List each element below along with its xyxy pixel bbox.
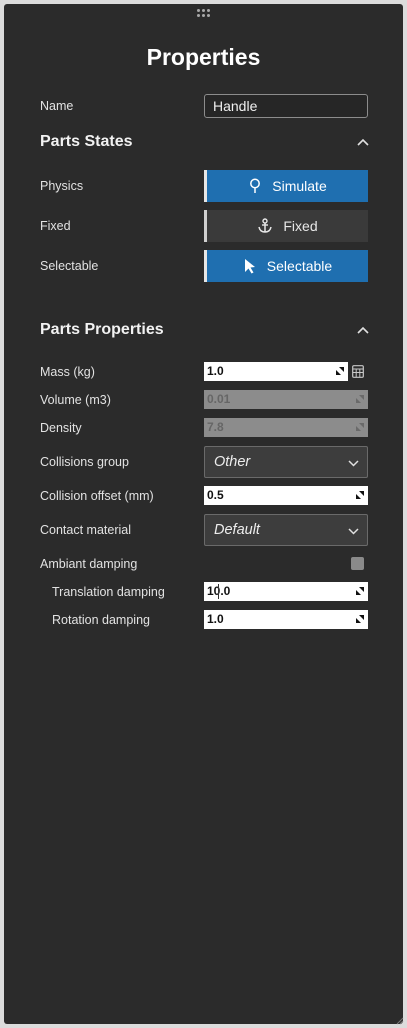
rotation-damping-label: Rotation damping: [52, 613, 150, 627]
fixed-button[interactable]: Fixed: [204, 210, 368, 242]
parts-states-header: Parts States: [40, 133, 133, 150]
chevron-down-icon: [348, 460, 359, 467]
panel-title: Properties: [146, 44, 261, 70]
expand-icon[interactable]: [355, 490, 365, 500]
name-input[interactable]: Handle: [204, 94, 368, 118]
collision-offset-value: 0.5: [207, 488, 224, 502]
chevron-down-icon: [348, 528, 359, 535]
cursor-icon: [244, 259, 255, 274]
mass-value: 1.0: [207, 364, 224, 378]
volume-value: 0.01: [207, 392, 231, 406]
ambiant-damping-label: Ambiant damping: [40, 557, 138, 571]
expand-icon: [356, 423, 364, 431]
translation-damping-label: Translation damping: [52, 585, 165, 599]
selectable-button-label: Selectable: [266, 258, 333, 274]
selectable-button[interactable]: Selectable: [204, 250, 368, 282]
translation-damping-input[interactable]: 10.0: [204, 582, 368, 601]
parts-properties-header: Parts Properties: [40, 321, 164, 338]
rotation-damping-input[interactable]: 1.0: [204, 610, 368, 629]
simulate-button-label: Simulate: [272, 178, 327, 194]
collisions-group-label: Collisions group: [40, 455, 129, 469]
drag-handle-icon[interactable]: [197, 9, 211, 21]
collision-offset-label: Collision offset (mm): [40, 489, 154, 503]
mass-label: Mass (kg): [40, 365, 95, 379]
expand-icon[interactable]: [355, 614, 365, 624]
ambiant-damping-checkbox[interactable]: [351, 557, 364, 570]
simulate-button[interactable]: Simulate: [204, 170, 368, 202]
expand-icon[interactable]: [335, 366, 345, 376]
pin-icon: [250, 178, 261, 193]
collisions-group-value: Other: [214, 454, 251, 470]
resize-grip-icon[interactable]: [396, 1017, 404, 1025]
volume-label: Volume (m3): [40, 393, 111, 407]
mass-input[interactable]: 1.0: [204, 362, 348, 381]
name-label: Name: [40, 99, 74, 113]
collisions-group-select[interactable]: Other: [204, 446, 368, 478]
density-input: 7.8: [204, 418, 368, 437]
density-label: Density: [40, 421, 82, 435]
physics-label: Physics: [40, 179, 84, 193]
calculator-icon[interactable]: [352, 365, 364, 378]
volume-input: 0.01: [204, 390, 368, 409]
rotation-damping-value: 1.0: [207, 612, 224, 626]
contact-material-select[interactable]: Default: [204, 514, 368, 546]
expand-icon[interactable]: [355, 586, 365, 596]
text-caret: [218, 584, 219, 599]
collision-offset-input[interactable]: 0.5: [204, 486, 368, 505]
fixed-button-label: Fixed: [283, 218, 318, 234]
selectable-label: Selectable: [40, 259, 99, 273]
collapse-parts-properties-icon[interactable]: [356, 325, 370, 335]
contact-material-value: Default: [214, 522, 260, 538]
anchor-icon: [258, 218, 273, 233]
density-value: 7.8: [207, 420, 224, 434]
fixed-label: Fixed: [40, 219, 71, 233]
expand-icon: [356, 395, 364, 403]
contact-material-label: Contact material: [40, 523, 132, 537]
collapse-parts-states-icon[interactable]: [356, 137, 370, 147]
